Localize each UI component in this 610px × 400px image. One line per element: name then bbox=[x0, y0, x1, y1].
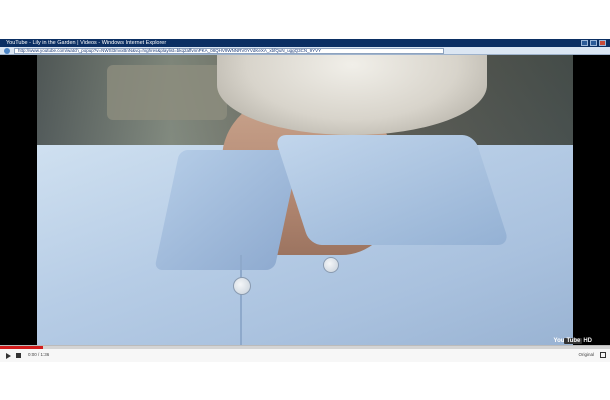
play-icon[interactable] bbox=[6, 353, 11, 359]
shirt-placket bbox=[240, 255, 242, 345]
video-frame[interactable] bbox=[37, 55, 573, 345]
window-title: YouTube - Lily in the Garden | Videos - … bbox=[6, 40, 167, 46]
title-bar: YouTube - Lily in the Garden | Videos - … bbox=[0, 39, 610, 47]
logo-you: You bbox=[553, 338, 565, 344]
close-button[interactable] bbox=[599, 40, 606, 46]
player-controls: You Tube HD 0:00 / 1:36 Original bbox=[0, 338, 610, 362]
volume-icon[interactable] bbox=[16, 353, 21, 358]
youtube-logo[interactable]: You Tube HD bbox=[554, 338, 592, 344]
collar-right bbox=[274, 135, 510, 245]
minimize-button[interactable] bbox=[581, 40, 588, 46]
collar-button bbox=[323, 257, 339, 273]
shirt-button bbox=[233, 277, 251, 295]
fullscreen-icon[interactable] bbox=[600, 352, 606, 358]
url-text: http://www.youtube.com/watch_popup?v=NWS… bbox=[18, 48, 322, 53]
globe-icon bbox=[4, 48, 10, 54]
video-bg-object bbox=[107, 65, 227, 120]
quality-label[interactable]: Original bbox=[578, 352, 594, 357]
progress-fill bbox=[0, 346, 43, 349]
logo-tube: Tube bbox=[564, 338, 583, 344]
collar-left bbox=[154, 150, 300, 270]
time-display: 0:00 / 1:36 bbox=[28, 352, 50, 357]
window-controls bbox=[581, 40, 606, 46]
address-bar: http://www.youtube.com/watch_popup?v=NWS… bbox=[0, 47, 610, 55]
progress-bar[interactable] bbox=[0, 346, 610, 349]
maximize-button[interactable] bbox=[590, 40, 597, 46]
url-field[interactable]: http://www.youtube.com/watch_popup?v=NWS… bbox=[14, 48, 444, 54]
browser-window: YouTube - Lily in the Garden | Videos - … bbox=[0, 39, 610, 362]
hd-badge: HD bbox=[583, 338, 592, 344]
